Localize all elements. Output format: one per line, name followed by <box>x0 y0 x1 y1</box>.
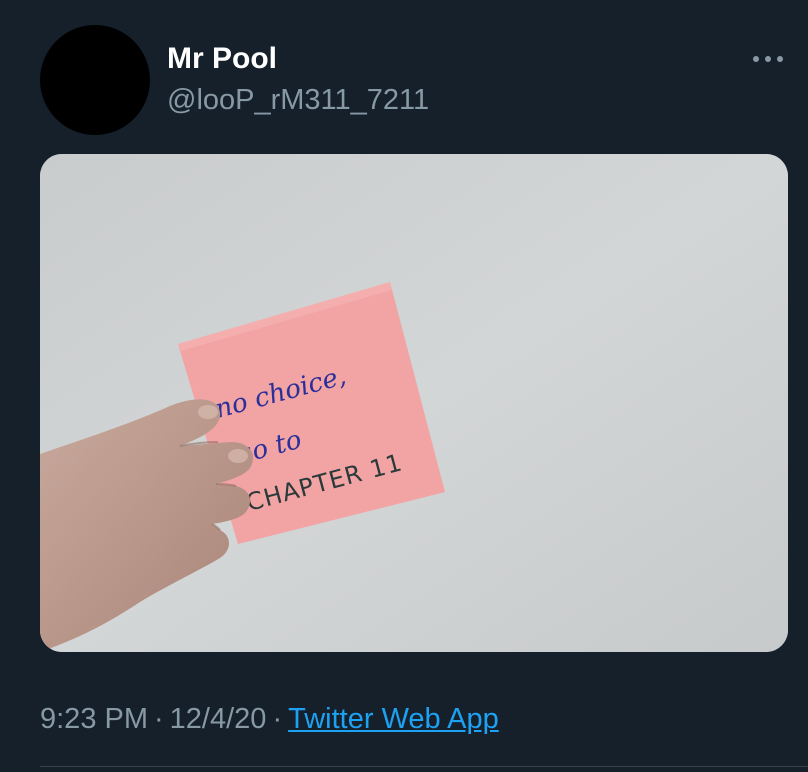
tweet-photo[interactable]: no choice, go to CHAPTER 11 <box>40 154 788 652</box>
more-options-button[interactable] <box>748 44 788 74</box>
tweet-source-link[interactable]: Twitter Web App <box>288 703 499 735</box>
tweet-time[interactable]: 9:23 PM <box>40 703 148 735</box>
display-name[interactable]: Mr Pool <box>167 42 277 76</box>
more-horizontal-icon <box>752 55 784 63</box>
tweet-metadata: 9:23 PM · 12/4/20 · Twitter Web App <box>40 703 499 736</box>
meta-separator: · <box>272 703 283 735</box>
divider <box>40 766 808 767</box>
avatar[interactable] <box>40 25 150 135</box>
tweet-date[interactable]: 12/4/20 <box>170 703 267 735</box>
user-handle[interactable]: @looP_rM311_7211 <box>167 84 429 117</box>
meta-separator: · <box>154 703 164 735</box>
tweet: Mr Pool @looP_rM311_7211 no choice, go t… <box>0 0 808 772</box>
